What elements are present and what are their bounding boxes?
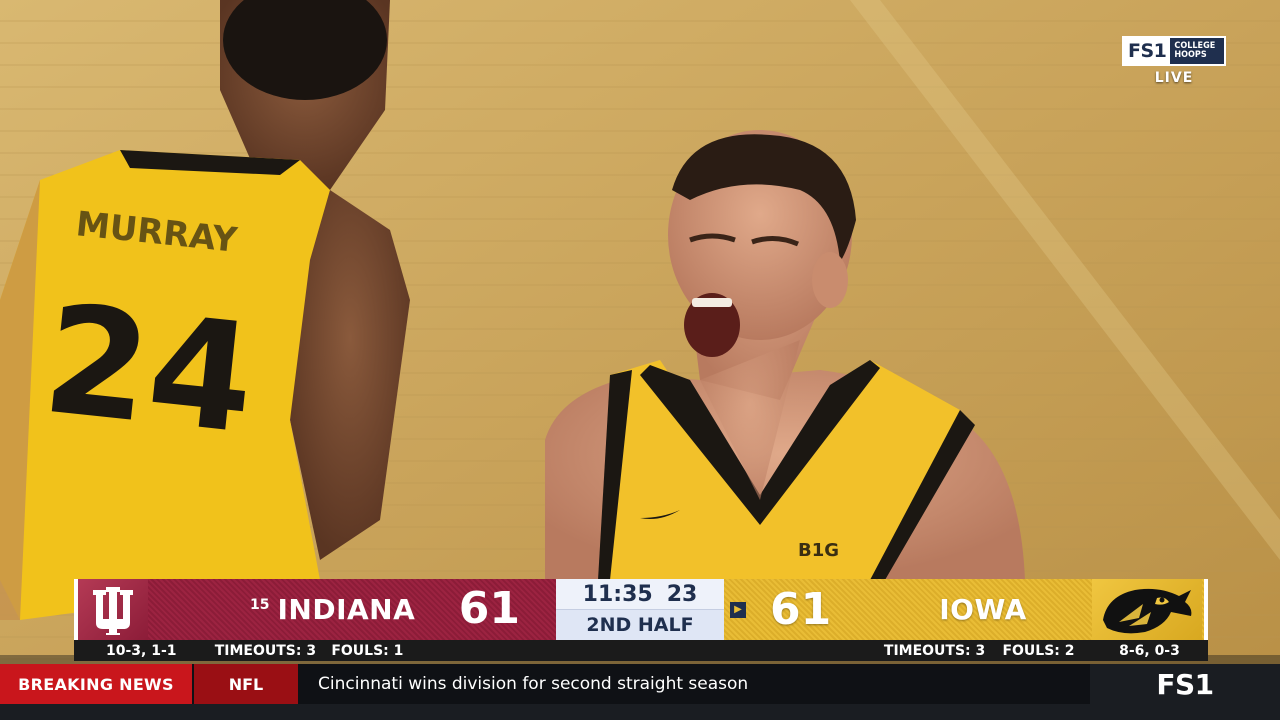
home-team-panel: 15 INDIANA 61 bbox=[74, 579, 556, 640]
bottom-strip bbox=[0, 704, 1280, 720]
away-team-fouls: FOULS: 2 bbox=[1002, 642, 1075, 659]
home-team-fouls: FOULS: 1 bbox=[331, 642, 404, 659]
live-indicator: LIVE bbox=[1154, 70, 1194, 86]
away-team-panel: ▶ 61 IOWA bbox=[724, 579, 1208, 640]
home-team-rank: 15 bbox=[250, 596, 270, 613]
breaking-news-label: BREAKING NEWS bbox=[0, 664, 192, 704]
home-team-name: INDIANA bbox=[277, 593, 416, 626]
away-team-record: 8-6, 0-3 bbox=[1119, 642, 1180, 659]
svg-text:B1G: B1G bbox=[798, 540, 839, 561]
channel-label: COLLEGE HOOPS bbox=[1174, 41, 1216, 60]
network-logo: FS1 bbox=[1090, 664, 1280, 704]
away-team-name: IOWA bbox=[939, 593, 1027, 626]
scorebug: 15 INDIANA 61 11:35 23 2ND HALF ▶ 61 IOW… bbox=[74, 579, 1208, 661]
home-team-record: 10-3, 1-1 bbox=[106, 642, 177, 659]
network-bug: FS1 COLLEGE HOOPS LIVE bbox=[1122, 36, 1226, 86]
home-team-timeouts: TIMEOUTS: 3 bbox=[214, 642, 317, 659]
game-clock-panel: 11:35 23 2ND HALF bbox=[556, 579, 724, 640]
game-period: 2ND HALF bbox=[556, 609, 724, 640]
iowa-hawkeye-logo-icon bbox=[1092, 579, 1202, 640]
possession-arrow-icon: ▶ bbox=[730, 601, 746, 618]
away-team-timeouts: TIMEOUTS: 3 bbox=[883, 642, 986, 659]
scorebug-stats-row: 10-3, 1-1 TIMEOUTS: 3 FOULS: 1 TIMEOUTS:… bbox=[74, 640, 1208, 661]
ticker-category: NFL bbox=[192, 664, 298, 704]
home-team-score: 61 bbox=[458, 583, 520, 634]
fs1-college-hoops-logo: FS1 COLLEGE HOOPS bbox=[1122, 36, 1226, 66]
indiana-iu-logo-icon bbox=[78, 579, 148, 640]
ticker-headline: Cincinnati wins division for second stra… bbox=[318, 674, 749, 694]
away-team-score: 61 bbox=[770, 584, 832, 635]
shot-clock: 23 bbox=[666, 581, 698, 607]
fs1-logo-text: FS1 bbox=[1124, 38, 1171, 64]
jersey-number-text: 24 bbox=[36, 273, 262, 468]
news-ticker: BREAKING NEWS NFL Cincinnati wins divisi… bbox=[0, 664, 1280, 704]
game-clock: 11:35 bbox=[582, 581, 653, 607]
